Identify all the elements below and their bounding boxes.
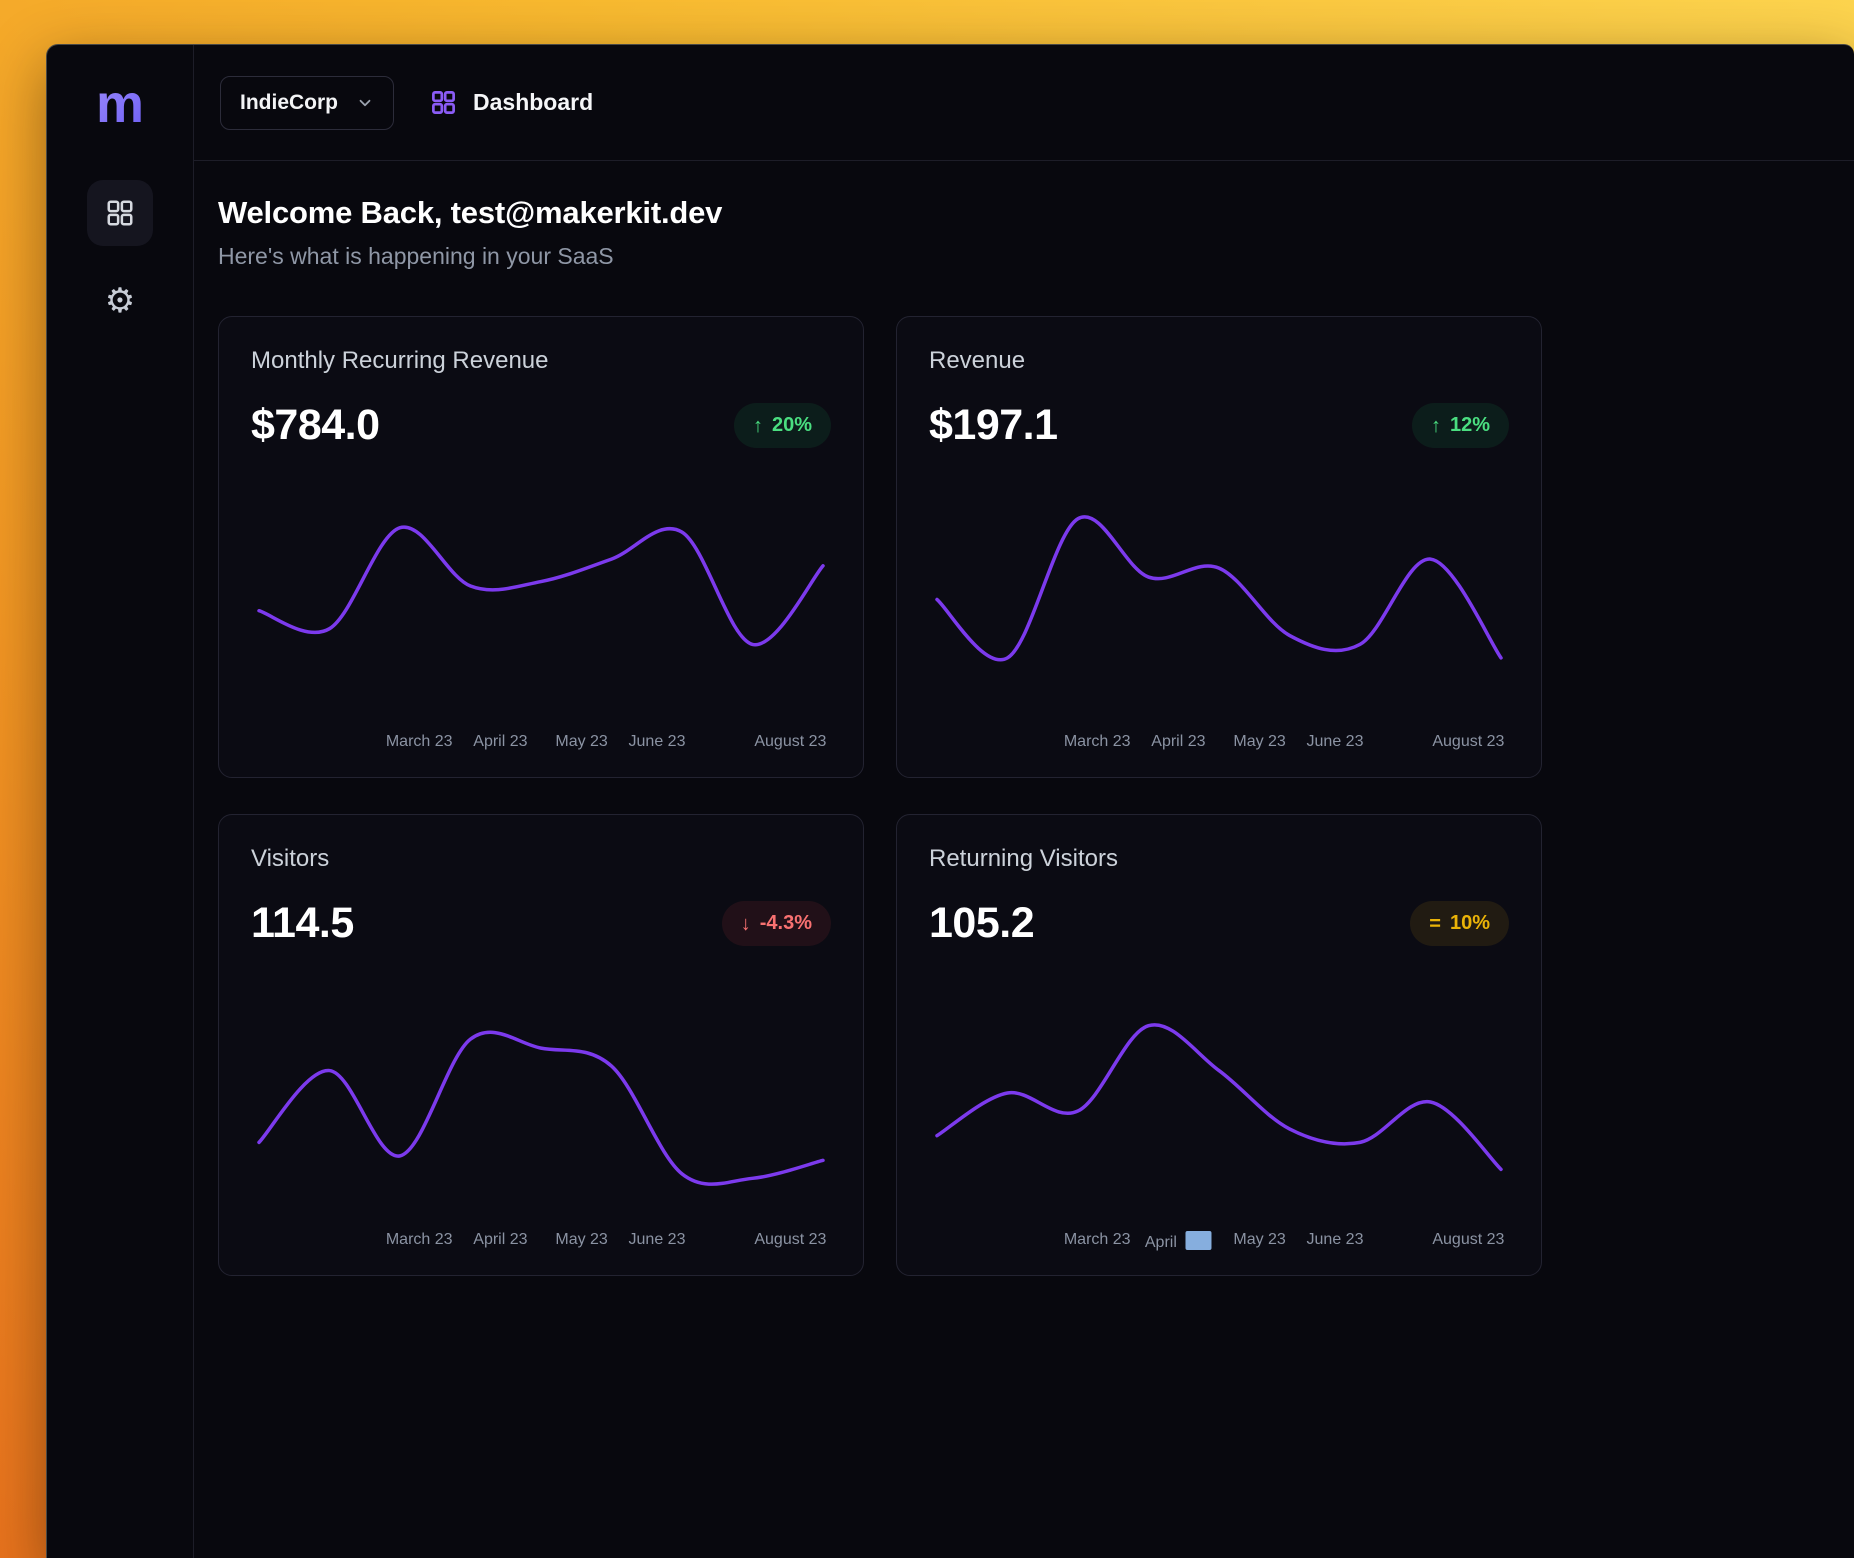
value-row: 114.5 ↓ -4.3% — [251, 899, 831, 948]
card-title: Monthly Recurring Revenue — [251, 347, 831, 375]
sparkline-svg — [251, 478, 831, 721]
x-tick: June 23 — [629, 733, 686, 751]
gear-icon: ⚙ — [105, 284, 135, 318]
card-title: Visitors — [251, 845, 831, 873]
sparkline-svg — [929, 478, 1509, 721]
line-chart-revenue — [929, 478, 1509, 721]
x-tick: April 23 — [1151, 733, 1205, 751]
x-tick: March 23 — [1064, 733, 1131, 751]
x-tick: March 23 — [386, 733, 453, 751]
x-tick-label: April — [1145, 1234, 1177, 1251]
trend-up-icon: ↑ — [753, 416, 763, 436]
app-logo[interactable]: m — [96, 75, 144, 134]
page-title: Dashboard — [473, 89, 593, 116]
dashboard-icon — [430, 89, 457, 116]
x-tick: May 23 — [1233, 733, 1285, 751]
welcome-title: Welcome Back, test@makerkit.dev — [218, 195, 1854, 231]
top-header: IndieCorp Dashboard — [194, 45, 1854, 161]
trend-value: 12% — [1450, 414, 1490, 437]
line-chart-visitors — [251, 976, 831, 1219]
content-area: IndieCorp Dashboard Welcome Ba — [194, 45, 1854, 1558]
metric-value: 105.2 — [929, 899, 1034, 948]
sparkline-svg — [929, 976, 1509, 1219]
metric-card-returning-visitors: Returning Visitors 105.2 = 10% — [896, 814, 1542, 1276]
line-chart-returning-visitors — [929, 976, 1509, 1219]
dashboard-main: Welcome Back, test@makerkit.dev Here's w… — [194, 161, 1854, 1558]
card-title: Revenue — [929, 347, 1509, 375]
sidebar-item-dashboard[interactable] — [87, 180, 153, 246]
desktop-wallpaper: m ⚙ IndieCorp — [0, 0, 1854, 1558]
trend-down-icon: ↓ — [741, 914, 751, 934]
trend-badge: = 10% — [1410, 901, 1509, 946]
trend-badge: ↓ -4.3% — [722, 901, 831, 946]
metric-card-mrr: Monthly Recurring Revenue $784.0 ↑ 20% — [218, 316, 864, 778]
chevron-down-icon — [356, 94, 374, 112]
metric-card-revenue: Revenue $197.1 ↑ 12% — [896, 316, 1542, 778]
x-tick: April 23 — [473, 733, 527, 751]
metric-value: $784.0 — [251, 401, 380, 450]
value-row: $197.1 ↑ 12% — [929, 401, 1509, 450]
value-row: 105.2 = 10% — [929, 899, 1509, 948]
card-title: Returning Visitors — [929, 845, 1509, 873]
x-tick: May 23 — [555, 733, 607, 751]
x-tick: August 23 — [1432, 733, 1504, 751]
sidebar-item-settings[interactable]: ⚙ — [87, 268, 153, 334]
metric-value: 114.5 — [251, 899, 354, 948]
trend-value: 20% — [772, 414, 812, 437]
x-tick: August 23 — [754, 733, 826, 751]
page-header: Dashboard — [430, 89, 593, 116]
trend-value: -4.3% — [760, 912, 812, 935]
app-window: m ⚙ IndieCorp — [46, 44, 1854, 1558]
x-tick: June 23 — [629, 1231, 686, 1249]
sparkline-svg — [251, 976, 831, 1219]
text-selection-highlight — [1186, 1231, 1212, 1250]
x-tick: May 23 — [1233, 1231, 1285, 1249]
line-chart-mrr — [251, 478, 831, 721]
workspace-selector[interactable]: IndieCorp — [220, 76, 394, 130]
welcome-subtitle: Here's what is happening in your SaaS — [218, 243, 1854, 270]
metric-cards-grid: Monthly Recurring Revenue $784.0 ↑ 20% — [218, 316, 1542, 1276]
x-tick: June 23 — [1307, 1231, 1364, 1249]
x-tick: March 23 — [386, 1231, 453, 1249]
x-axis-labels: March 23 April 23 May 23 June 23 August … — [251, 1231, 831, 1253]
trend-flat-icon: = — [1429, 914, 1441, 934]
trend-badge: ↑ 20% — [734, 403, 831, 448]
metric-card-visitors: Visitors 114.5 ↓ -4.3% — [218, 814, 864, 1276]
x-tick: March 23 — [1064, 1231, 1131, 1249]
x-axis-labels: March 23 April May 23 June 23 August 23 — [929, 1231, 1509, 1253]
trend-value: 10% — [1450, 912, 1490, 935]
x-tick: May 23 — [555, 1231, 607, 1249]
metric-value: $197.1 — [929, 401, 1058, 450]
x-axis-labels: March 23 April 23 May 23 June 23 August … — [929, 733, 1509, 755]
sidebar: m ⚙ — [47, 45, 194, 1558]
dashboard-grid-icon — [105, 198, 135, 228]
x-tick: April 23 — [473, 1231, 527, 1249]
workspace-name: IndieCorp — [240, 91, 338, 115]
x-axis-labels: March 23 April 23 May 23 June 23 August … — [251, 733, 831, 755]
trend-up-icon: ↑ — [1431, 416, 1441, 436]
x-tick: August 23 — [1432, 1231, 1504, 1249]
x-tick: June 23 — [1307, 733, 1364, 751]
x-tick: August 23 — [754, 1231, 826, 1249]
trend-badge: ↑ 12% — [1412, 403, 1509, 448]
value-row: $784.0 ↑ 20% — [251, 401, 831, 450]
x-tick: April — [1145, 1231, 1212, 1252]
